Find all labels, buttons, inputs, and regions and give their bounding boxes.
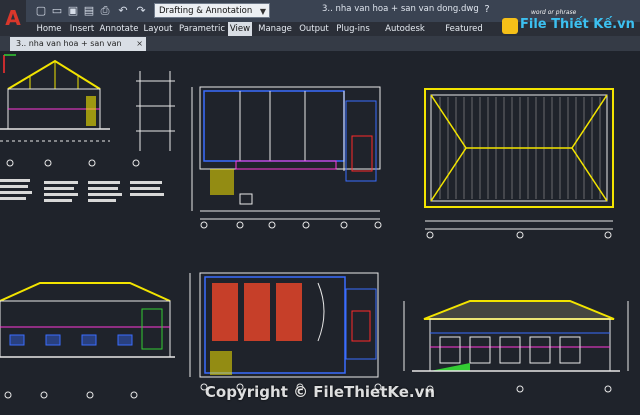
window-title: 3.. nha van hoa + san van dong.dwg	[322, 4, 479, 14]
brand-tagline: word or phrase	[531, 9, 577, 16]
redo-icon[interactable]: ↷	[134, 4, 148, 18]
document-tab-bar: 3.. nha van hoa + san van dong* ×	[0, 36, 640, 62]
brand-name: File Thiết Kế.vn	[520, 17, 635, 32]
tab-plug-ins[interactable]: Plug-ins	[333, 22, 373, 36]
help-icon[interactable]: ?	[480, 3, 494, 17]
tab-manage[interactable]: Manage	[256, 22, 294, 36]
tab-insert[interactable]: Insert	[66, 22, 98, 36]
tab-autodesk-360[interactable]: Autodesk 360	[376, 22, 434, 48]
new-icon[interactable]: ▢	[34, 4, 48, 18]
open-icon[interactable]: ▭	[50, 4, 64, 18]
document-tab[interactable]: 3.. nha van hoa + san van dong* ×	[10, 37, 146, 62]
app-icon-letter: A	[5, 6, 21, 30]
close-icon[interactable]: ×	[136, 37, 143, 51]
save-as-icon[interactable]: ▤	[82, 4, 96, 18]
tab-layout[interactable]: Layout	[140, 22, 176, 36]
undo-icon[interactable]: ↶	[116, 4, 130, 18]
copyright-watermark: Copyright © FileThietKe.vn	[204, 383, 436, 401]
brand-logo-icon	[502, 18, 518, 34]
print-icon[interactable]: ⎙	[98, 4, 112, 18]
tab-parametric[interactable]: Parametric	[177, 22, 227, 36]
workspace-dropdown[interactable]: Drafting & Annotation ▼	[154, 3, 270, 18]
workspace-label: Drafting & Annotation	[159, 6, 253, 16]
autocad-logo[interactable]: A	[0, 0, 26, 36]
tab-featured-apps[interactable]: Featured Apps	[436, 22, 492, 48]
tab-view[interactable]: View	[228, 22, 252, 36]
tab-annotate[interactable]: Annotate	[98, 22, 140, 36]
tab-home[interactable]: Home	[32, 22, 66, 36]
drawing-canvas[interactable]	[0, 51, 640, 415]
tab-output[interactable]: Output	[296, 22, 332, 36]
chevron-down-icon: ▼	[259, 7, 266, 16]
save-icon[interactable]: ▣	[66, 4, 80, 18]
